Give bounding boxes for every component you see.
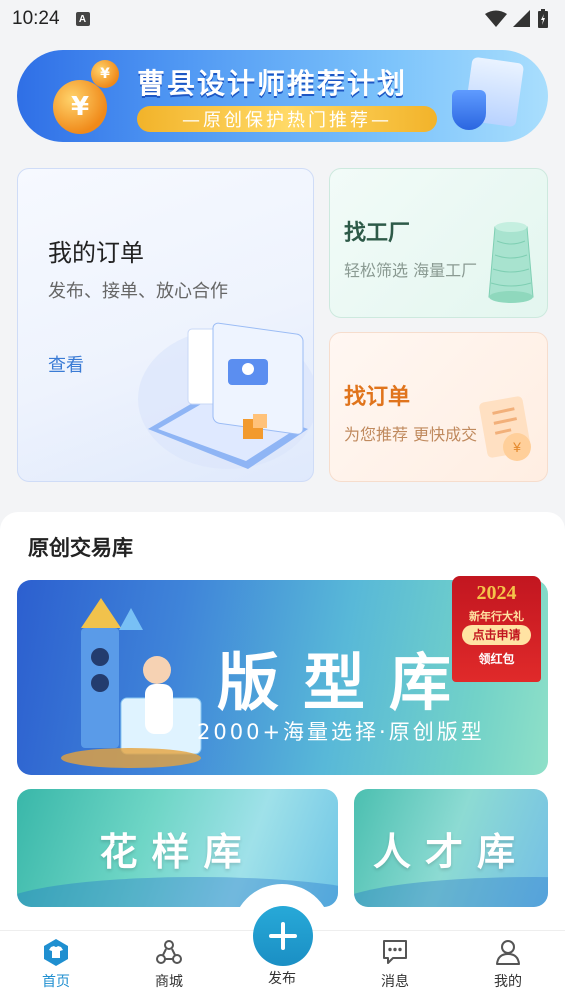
battery-icon bbox=[538, 9, 548, 28]
coin-icon: ¥ bbox=[91, 60, 119, 88]
find-factory-title: 找工厂 bbox=[344, 221, 411, 246]
mall-icon bbox=[156, 940, 182, 964]
order-receipt-icon: ¥ bbox=[479, 396, 531, 461]
signal-icon bbox=[513, 10, 530, 27]
find-factory-card[interactable]: 找工厂 轻松筛选 海量工厂 bbox=[329, 168, 548, 318]
section-title: 原创交易库 bbox=[28, 536, 133, 560]
home-shirt-icon bbox=[44, 939, 68, 966]
nav-mine-label: 我的 bbox=[494, 974, 522, 990]
publish-button[interactable] bbox=[253, 906, 313, 966]
promo-line1: 新年行大礼 bbox=[469, 610, 524, 623]
banner-subtitle-bar: —原创保护热门推荐— bbox=[137, 106, 437, 132]
message-icon bbox=[383, 940, 407, 964]
pattern-library-subtitle: 2000+海量选择·原创版型 bbox=[197, 720, 485, 744]
my-orders-card[interactable]: 我的订单 发布、接单、放心合作 查看 bbox=[17, 168, 314, 482]
find-orders-title: 找订单 bbox=[344, 385, 411, 410]
wave-decoration bbox=[354, 877, 548, 907]
nav-home-label: 首页 bbox=[42, 974, 70, 990]
banner-subtitle: —原创保护热门推荐— bbox=[182, 110, 392, 131]
thread-spool-icon bbox=[488, 222, 534, 303]
notification-a-icon: A bbox=[75, 12, 90, 26]
view-orders-link[interactable]: 查看 bbox=[48, 351, 84, 377]
nav-messages[interactable]: 消息 bbox=[355, 937, 435, 999]
promo-year: 2024 bbox=[476, 582, 517, 604]
wifi-icon bbox=[485, 10, 507, 27]
laptop-documents-illustration bbox=[138, 322, 313, 469]
user-icon bbox=[496, 940, 520, 965]
find-orders-desc: 为您推荐 更快成交 bbox=[344, 425, 478, 444]
nav-home[interactable]: 首页 bbox=[16, 937, 96, 999]
nav-mine[interactable]: 我的 bbox=[468, 937, 548, 999]
find-factory-desc: 轻松筛选 海量工厂 bbox=[344, 261, 478, 280]
shield-icon bbox=[452, 90, 486, 130]
designer-illustration bbox=[61, 598, 202, 768]
pattern-library-title: 版型库 bbox=[217, 646, 476, 719]
nav-mall-label: 商城 bbox=[155, 974, 183, 990]
status-time: 10:24 bbox=[12, 8, 60, 29]
talent-library-title: 人才库 bbox=[372, 830, 529, 874]
find-orders-card[interactable]: 找订单 为您推荐 更快成交 ¥ bbox=[329, 332, 548, 482]
nav-messages-label: 消息 bbox=[381, 974, 409, 990]
my-orders-title: 我的订单 bbox=[48, 239, 144, 267]
publish-label: 发布 bbox=[268, 971, 296, 987]
promo-line3: 领红包 bbox=[478, 652, 515, 666]
new-year-red-packet-promo[interactable]: 2024 新年行大礼 点击申请 领红包 bbox=[452, 576, 541, 682]
nav-mall[interactable]: 商城 bbox=[129, 937, 209, 999]
flower-library-title: 花样库 bbox=[99, 830, 256, 874]
banner-title: 曹县设计师推荐计划 bbox=[137, 67, 408, 100]
plus-icon bbox=[269, 922, 297, 950]
coin-icon: ¥ bbox=[53, 80, 107, 134]
status-bar: 10:24 A bbox=[0, 0, 565, 38]
designer-recommend-banner[interactable]: ¥ ¥ 曹县设计师推荐计划 —原创保护热门推荐— bbox=[17, 50, 548, 142]
svg-text:¥: ¥ bbox=[512, 439, 521, 455]
promo-apply-button[interactable]: 点击申请 bbox=[462, 625, 531, 645]
talent-library-card[interactable]: 人才库 bbox=[354, 789, 548, 907]
